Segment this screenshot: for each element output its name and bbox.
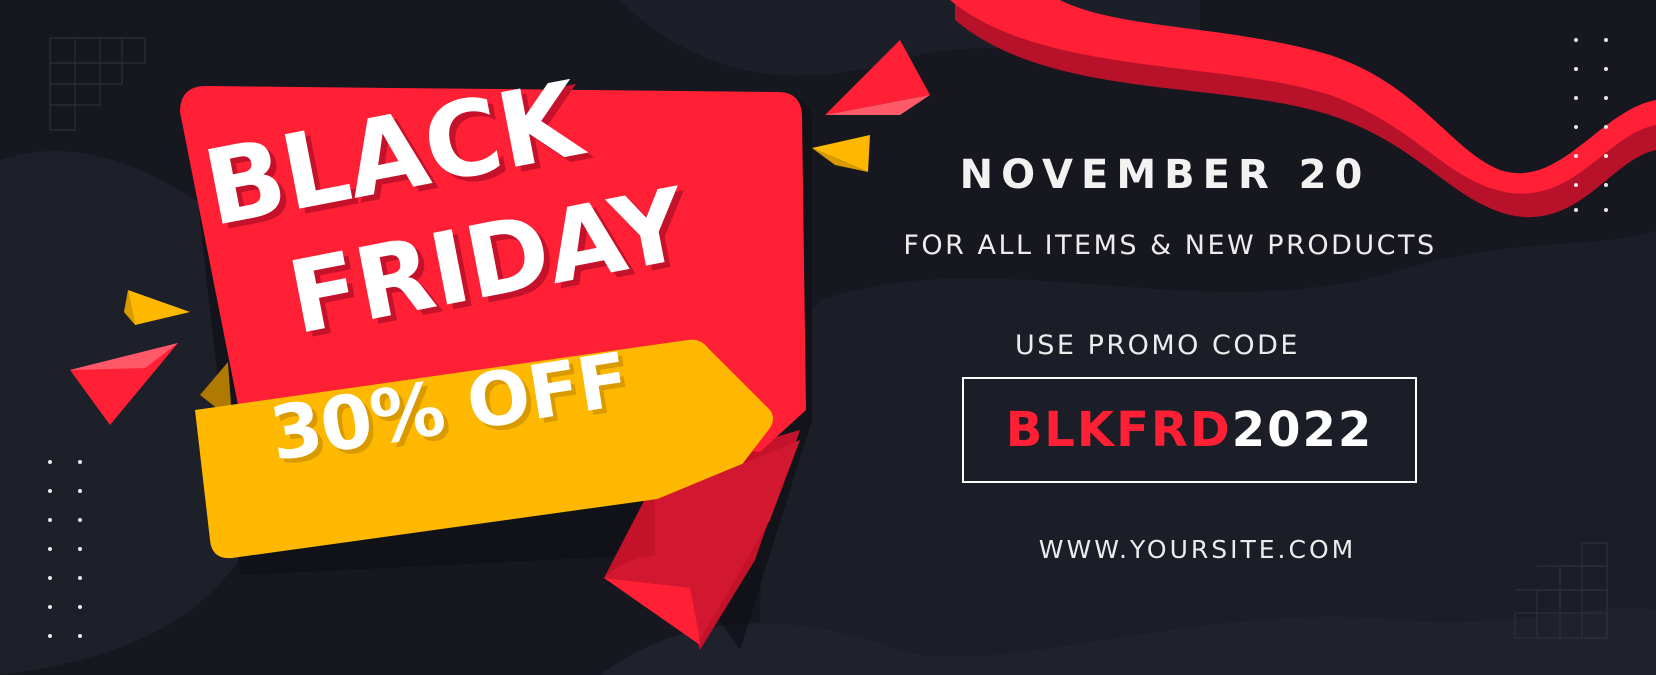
event-date: NOVEMBER 20 [959,152,1371,198]
black-friday-banner: BLACK FRIDAY 30% OFF NOVEMBER 20 FOR ALL… [0,0,1656,675]
promo-label: USE PROMO CODE [1015,330,1300,361]
triangle-yellow-top [812,135,870,172]
website-link[interactable]: WWW.YOURSITE.COM [1005,535,1390,564]
promo-code-part1: BLKFRD [1005,402,1232,458]
decor-triangles [70,40,930,425]
event-subtitle: FOR ALL ITEMS & NEW PRODUCTS [903,230,1437,261]
triangle-yellow-left [124,290,190,325]
promo-code-box: BLKFRD 2022 [962,377,1417,483]
triangle-red-top [825,40,930,115]
triangle-red-left [70,343,178,425]
promo-code-part2: 2022 [1231,402,1374,458]
